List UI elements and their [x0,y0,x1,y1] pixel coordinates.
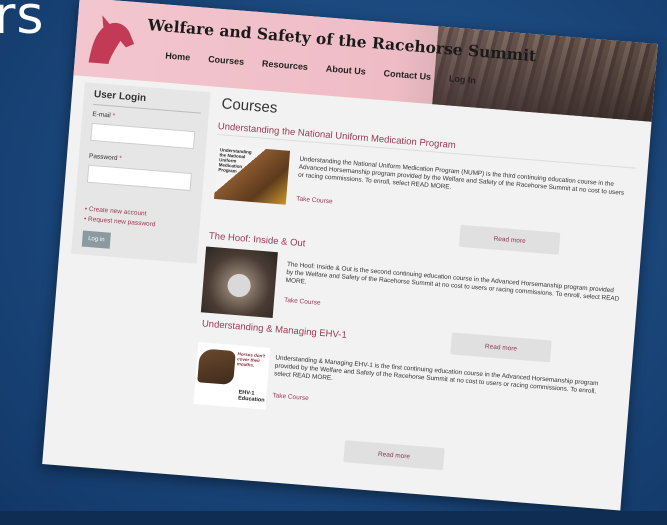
nav-about-us[interactable]: About Us [325,63,366,76]
read-more-button[interactable]: Read more [458,224,561,255]
course-image-nump[interactable]: Understanding the National Uniform Medic… [213,145,291,205]
take-course-link[interactable]: Take Course [272,392,309,402]
nav-log-in[interactable]: Log In [449,73,477,85]
password-label: Password * [88,152,123,163]
course-image-ehv1[interactable]: Horses don't cover their mouths. EHV-1 E… [193,342,271,410]
page-title: Courses [220,95,278,117]
user-login-title: User Login [93,88,147,105]
email-label: E-mail * [92,110,116,120]
take-course-link[interactable]: Take Course [284,297,321,307]
image-caption: Understanding the National Uniform Medic… [218,147,252,174]
slide-title: rs [0,0,45,46]
password-field[interactable] [86,164,192,192]
image-caption: Horses don't cover their mouths. [236,351,266,368]
image-label: EHV-1 Education [237,389,265,404]
nav-contact-us[interactable]: Contact Us [383,68,431,82]
horse-logo-icon[interactable] [80,6,141,70]
read-more-button[interactable]: Read more [343,440,445,471]
email-field[interactable] [90,122,196,150]
nav-courses[interactable]: Courses [208,54,245,67]
account-links: • Create new account • Request new passw… [84,205,157,231]
website-screenshot: Welfare and Safety of the Racehorse Summ… [42,0,658,511]
nav-resources[interactable]: Resources [262,58,309,72]
nav-home[interactable]: Home [165,51,191,63]
user-login-block: User Login E-mail * Password * • Create … [71,82,211,264]
take-course-link[interactable]: Take Course [296,196,333,206]
course-description: Understanding & Managing EHV-1 is the fi… [273,354,599,396]
login-button[interactable]: Log in [81,230,111,249]
horse-head-graphic [197,348,236,386]
slide-bottom-band [0,511,667,525]
course-image-hoof[interactable] [200,246,278,319]
